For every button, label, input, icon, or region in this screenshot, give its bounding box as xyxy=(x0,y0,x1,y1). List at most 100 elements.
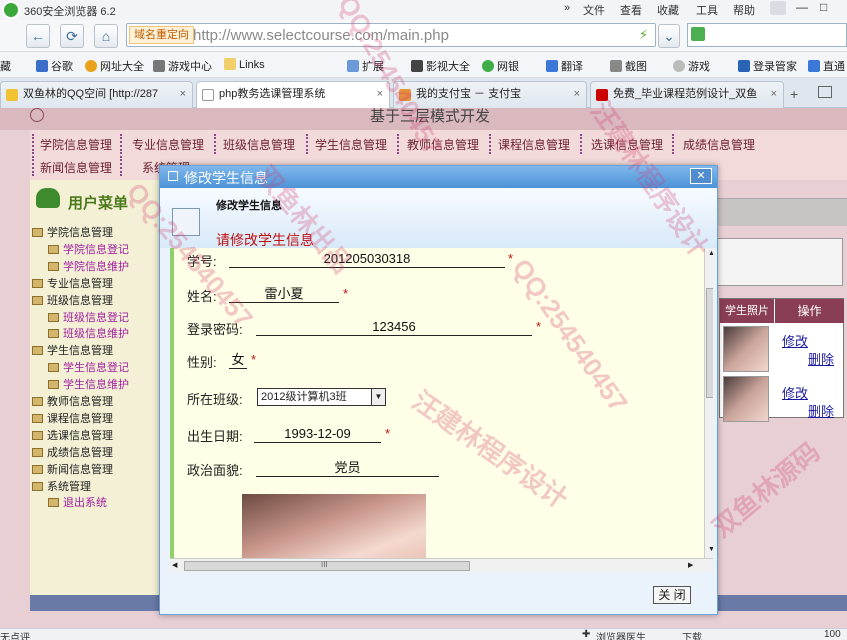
sidebar-item[interactable]: 学院信息登记 xyxy=(48,241,129,257)
sidebar-item[interactable]: 新闻信息管理 xyxy=(32,461,113,477)
menu-file[interactable]: 文件 xyxy=(583,2,605,18)
menu-more-icon[interactable]: » xyxy=(564,2,570,14)
tab-list-icon[interactable] xyxy=(818,86,832,98)
chevron-down-icon[interactable]: ▼ xyxy=(371,389,385,405)
close-icon[interactable]: × xyxy=(377,82,383,107)
edit-link[interactable]: 修改 xyxy=(782,383,808,402)
vertical-scrollbar[interactable]: ▲ ▼ xyxy=(704,248,713,558)
fav-item-collect[interactable]: 藏 xyxy=(0,58,11,74)
sidebar-item[interactable]: 学生信息维护 xyxy=(48,376,129,392)
back-icon[interactable]: ← xyxy=(26,24,50,48)
nav-class[interactable]: 班级信息管理 xyxy=(223,136,295,153)
address-bar[interactable]: 域名重定向 http://www.selectcourse.com/main.p… xyxy=(126,23,656,47)
close-icon[interactable]: × xyxy=(574,82,580,107)
search-input[interactable] xyxy=(687,23,847,47)
dropdown-icon[interactable]: ⌄ xyxy=(658,24,680,48)
download-status[interactable]: 下载 xyxy=(682,629,702,640)
horizontal-scrollbar[interactable]: ◀ III ▶ xyxy=(170,558,713,572)
menu-help[interactable]: 帮助 xyxy=(733,2,755,18)
doctor-icon[interactable]: ✚ xyxy=(582,629,590,640)
google-icon xyxy=(36,60,48,72)
home-icon[interactable]: ⌂ xyxy=(94,24,118,48)
new-tab-icon[interactable]: + xyxy=(790,86,798,102)
sidebar-item[interactable]: 教师信息管理 xyxy=(32,393,113,409)
close-button[interactable]: 关 闭 xyxy=(653,586,691,604)
password-field[interactable]: 123456 xyxy=(256,319,532,336)
menu-view[interactable]: 查看 xyxy=(620,2,642,18)
scroll-up-icon[interactable]: ▲ xyxy=(708,250,713,257)
sidebar-item[interactable]: 选课信息管理 xyxy=(32,427,113,443)
refresh-icon[interactable]: ⟳ xyxy=(60,24,84,48)
delete-link[interactable]: 删除 xyxy=(808,401,834,420)
fav-item-screenshot[interactable]: 截图 xyxy=(610,58,647,74)
fav-item-direct[interactable]: 直通 xyxy=(808,58,845,74)
gender-field[interactable]: 女 xyxy=(229,352,247,369)
fav-item-ext[interactable]: 扩展 xyxy=(347,58,384,74)
tab-course-system[interactable]: php教务选课管理系统 × xyxy=(196,81,390,109)
nav-teacher[interactable]: 教师信息管理 xyxy=(407,136,479,153)
nav-student[interactable]: 学生信息管理 xyxy=(315,136,387,153)
close-icon[interactable]: × xyxy=(771,82,777,107)
nav-major[interactable]: 专业信息管理 xyxy=(132,136,204,153)
nav-college[interactable]: 学院信息管理 xyxy=(40,136,112,153)
dialog-title-bar[interactable]: 修改学生信息 ✕ xyxy=(160,166,717,188)
sidebar-item[interactable]: 学生信息登记 xyxy=(48,359,129,375)
nav-news[interactable]: 新闻信息管理 xyxy=(40,159,112,176)
edit-link[interactable]: 修改 xyxy=(782,331,808,350)
tab-qq-zone[interactable]: 双鱼林的QQ空间 [http://287 × xyxy=(0,81,193,108)
sidebar-item[interactable]: 成绩信息管理 xyxy=(32,444,113,460)
menu-tools[interactable]: 工具 xyxy=(696,2,718,18)
sidebar-item[interactable]: 学生信息管理 xyxy=(32,342,113,358)
minimize-icon[interactable]: — xyxy=(796,0,808,14)
sidebar-item-label: 学院信息管理 xyxy=(47,227,113,239)
skin-icon[interactable] xyxy=(770,1,786,15)
nav-selection[interactable]: 选课信息管理 xyxy=(591,136,663,153)
nav-course[interactable]: 课程信息管理 xyxy=(498,136,570,153)
fav-item-translate[interactable]: 翻译 xyxy=(546,58,583,74)
sidebar-item[interactable]: 专业信息管理 xyxy=(32,275,113,291)
close-icon[interactable]: × xyxy=(180,82,186,107)
class-select[interactable]: 2012级计算机3班 ▼ xyxy=(257,388,386,406)
fav-item-games[interactable]: 游戏中心 xyxy=(153,58,212,74)
tab-free-course[interactable]: 免费_毕业课程范例设计_双鱼 × xyxy=(590,81,784,108)
nav-score[interactable]: 成绩信息管理 xyxy=(683,136,755,153)
tab-alipay[interactable]: 我的支付宝 － 支付宝 × xyxy=(393,81,587,108)
fav-item-google[interactable]: 谷歌 xyxy=(36,58,73,74)
fav-item-bank[interactable]: 网银 xyxy=(482,58,519,74)
lightning-icon[interactable]: ⚡ xyxy=(639,27,648,43)
divider xyxy=(32,156,34,176)
sidebar-item[interactable]: 退出系统 xyxy=(48,494,107,510)
fav-item-game[interactable]: 游戏 xyxy=(673,58,710,74)
name-field[interactable]: 雷小夏 xyxy=(229,286,339,303)
sidebar-item[interactable]: 班级信息维护 xyxy=(48,325,129,341)
scroll-down-icon[interactable]: ▼ xyxy=(708,546,713,553)
game-icon xyxy=(673,60,685,72)
fav-item-links[interactable]: Links xyxy=(224,58,265,71)
fav-item-video[interactable]: 影视大全 xyxy=(411,58,470,74)
scroll-right-icon[interactable]: ▶ xyxy=(688,561,693,569)
scroll-left-icon[interactable]: ◀ xyxy=(172,561,177,569)
fav-item-login[interactable]: 登录管家 xyxy=(738,58,797,74)
fav-item-hao[interactable]: 网址大全 xyxy=(85,58,144,74)
search-engine-icon[interactable] xyxy=(691,27,705,41)
sidebar-item[interactable]: 班级信息登记 xyxy=(48,309,129,325)
maximize-icon[interactable]: □ xyxy=(820,0,827,14)
url-text[interactable]: http://www.selectcourse.com/main.php xyxy=(193,27,449,44)
politics-field[interactable]: 党员 xyxy=(256,460,439,477)
sidebar-item[interactable]: 学院信息维护 xyxy=(48,258,129,274)
student-no-field[interactable]: 201205030318 xyxy=(229,251,505,268)
menu-favorites[interactable]: 收藏 xyxy=(657,2,679,18)
delete-link[interactable]: 删除 xyxy=(808,349,834,368)
scrollbar-thumb[interactable]: III xyxy=(184,560,470,571)
dialog-close-icon[interactable]: ✕ xyxy=(690,168,712,184)
birthday-field[interactable]: 1993-12-09 xyxy=(254,426,381,443)
sidebar-item[interactable]: 课程信息管理 xyxy=(32,410,113,426)
sidebar-item[interactable]: 系统管理 xyxy=(32,478,91,494)
scrollbar-thumb[interactable] xyxy=(706,288,713,398)
browser-doctor[interactable]: 浏览器医生 xyxy=(596,629,646,640)
sidebar-item-label: 学院信息维护 xyxy=(63,260,129,273)
sidebar-item[interactable]: 班级信息管理 xyxy=(32,292,113,308)
sidebar-item-label: 系统管理 xyxy=(47,480,91,493)
sidebar-item[interactable]: 学院信息管理 xyxy=(32,224,113,240)
zoom-level[interactable]: 100 xyxy=(824,629,841,640)
